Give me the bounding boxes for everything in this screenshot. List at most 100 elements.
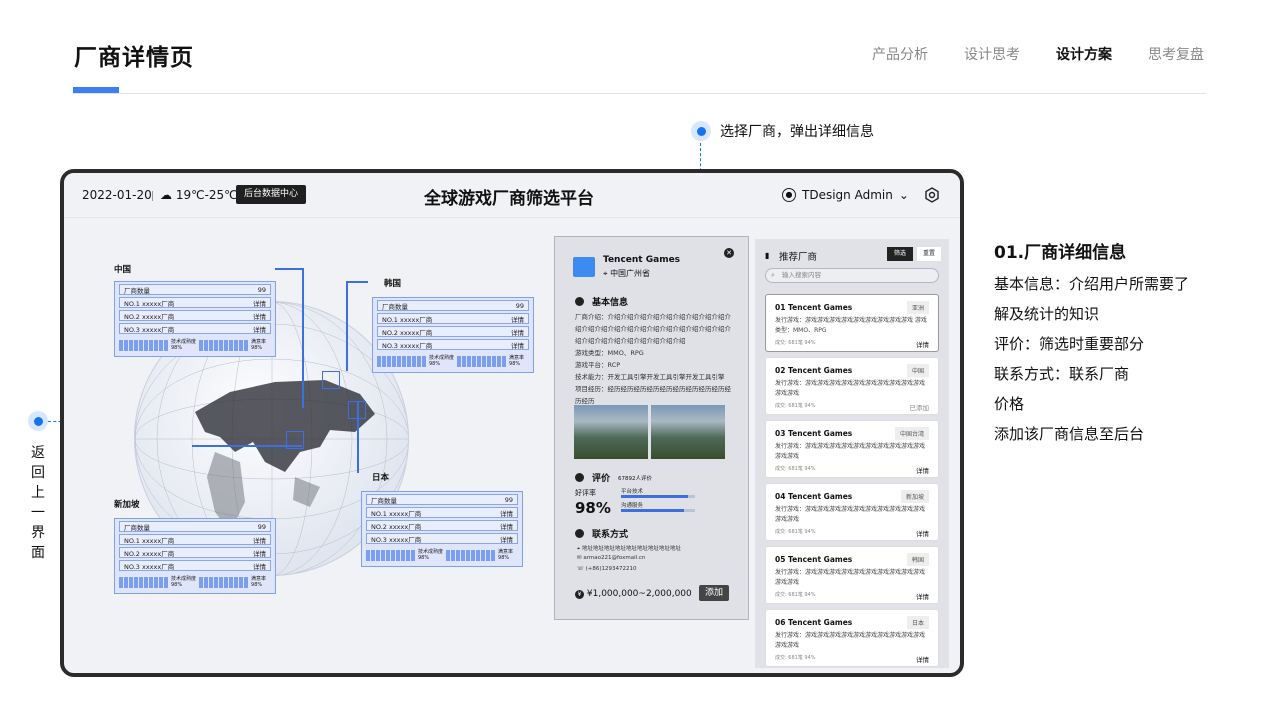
- card-desc: 发行游戏：游戏游戏游戏游戏游戏游戏游戏游戏游戏游戏游戏游戏: [775, 569, 926, 586]
- location-marker[interactable]: [322, 371, 340, 389]
- section-title: 联系方式: [592, 530, 629, 540]
- detail-link[interactable]: 详情: [511, 340, 524, 350]
- pie-icon: [575, 297, 584, 306]
- phone-text: (+86)1293472210: [585, 566, 637, 572]
- card-desc: 发行游戏：游戏游戏游戏游戏游戏游戏游戏游戏游戏游戏游戏游戏: [775, 380, 926, 397]
- add-button[interactable]: 添加: [699, 585, 729, 601]
- tech-ability: 技术能力：开发工具引擎开发工具引擎开发工具引擎: [575, 373, 725, 381]
- detail-link[interactable]: 详情: [916, 654, 929, 664]
- nav-design-plan[interactable]: 设计方案: [1056, 44, 1112, 64]
- search-icon: ⌕: [771, 271, 775, 279]
- chevron-down-icon: ⌄: [898, 188, 909, 202]
- vendor-card[interactable]: 02 Tencent Games 中国 发行游戏：游戏游戏游戏游戏游戏游戏游戏游…: [765, 357, 939, 415]
- card-name: 04 Tencent Games: [775, 492, 853, 501]
- pin-icon: ⌖: [577, 546, 581, 552]
- weather: ☁ 19℃-25℃: [160, 188, 238, 202]
- card-header: 厂商数量: [124, 286, 150, 295]
- game-platform: 游戏平台：RCP: [575, 361, 621, 369]
- connector-line: [346, 281, 348, 371]
- vendor-name: NO.1 xxxxx厂商: [371, 509, 422, 518]
- user-menu[interactable]: ● TDesign Admin ⌄: [782, 188, 909, 202]
- metric-value: 98%: [429, 361, 441, 367]
- vendor-name: Tencent Games: [603, 255, 681, 265]
- card-meta: 成交: 681笔 94%: [775, 529, 816, 535]
- detail-link[interactable]: 详情: [253, 324, 266, 334]
- card-count: 99: [257, 285, 266, 294]
- backend-center-button[interactable]: 后台数据中心: [236, 185, 307, 204]
- detail-link[interactable]: 详情: [511, 327, 524, 337]
- detail-link[interactable]: 详情: [916, 528, 929, 538]
- location-marker[interactable]: [348, 401, 366, 419]
- header-divider: [73, 93, 1206, 94]
- pie-icon: [575, 529, 584, 538]
- vendor-location: ⌖ 中国广州省: [603, 268, 650, 279]
- price-row: ¥ ¥1,000,000~2,000,000: [575, 589, 692, 599]
- region-card-korea[interactable]: 厂商数量 99 NO.1 xxxxx厂商 详情 NO.2 xxxxx厂商 详情 NO.…: [372, 297, 534, 373]
- metric-value: 98%: [509, 361, 521, 367]
- mail-icon: ✉: [577, 555, 582, 561]
- nav-review[interactable]: 思考复盘: [1148, 44, 1204, 64]
- region-tag: 中国: [906, 364, 929, 377]
- detail-link[interactable]: 详情: [916, 339, 929, 349]
- search-input[interactable]: 输入搜索内容: [765, 268, 939, 283]
- location-marker[interactable]: [286, 431, 304, 449]
- metric-value: 98%: [251, 582, 263, 588]
- bar-meter: [457, 355, 507, 367]
- vendor-card[interactable]: 01 Tencent Games 亚洲 发行游戏：游戏游戏游戏游戏游戏游戏游戏游…: [765, 294, 939, 352]
- detail-link[interactable]: 详情: [253, 535, 266, 545]
- vendor-name: NO.2 xxxxx厂商: [124, 312, 175, 321]
- back-label: 返回上一界面: [31, 445, 45, 561]
- card-header: 厂商数量: [371, 496, 397, 505]
- section-rating: 评价 67892人评价: [575, 471, 652, 484]
- currency-icon: ¥: [575, 590, 584, 599]
- close-icon[interactable]: ✕: [724, 248, 734, 258]
- region-label-korea: 韩国: [384, 279, 402, 289]
- reset-button[interactable]: 重置: [917, 247, 941, 261]
- bar-meter: [366, 549, 415, 561]
- explain-line: 评价：筛选时重要部分: [994, 335, 1145, 353]
- vendor-name: NO.3 xxxxx厂商: [124, 325, 175, 334]
- explain-line: 解及统计的知识: [994, 305, 1100, 323]
- detail-link[interactable]: 详情: [500, 508, 513, 518]
- filter-button[interactable]: 筛选: [887, 247, 913, 261]
- detail-link[interactable]: 详情: [253, 561, 266, 571]
- price-text: ¥1,000,000~2,000,000: [586, 589, 692, 599]
- vendor-card[interactable]: 05 Tencent Games 韩国 发行游戏：游戏游戏游戏游戏游戏游戏游戏游…: [765, 546, 939, 604]
- card-count: 99: [504, 495, 513, 504]
- vendor-name: NO.1 xxxxx厂商: [382, 315, 433, 324]
- region-label-china: 中国: [114, 265, 132, 275]
- region-tag: 日本: [906, 616, 929, 629]
- page-title: 厂商详情页: [74, 45, 194, 71]
- region-label-singapore: 新加坡: [114, 500, 140, 510]
- divider: [152, 191, 153, 201]
- bar-meter: [199, 576, 249, 588]
- detail-link[interactable]: 详情: [253, 298, 266, 308]
- nav-design-thinking[interactable]: 设计思考: [964, 44, 1020, 64]
- detail-link[interactable]: 详情: [253, 548, 266, 558]
- metric-label: 沟通服务: [621, 503, 644, 509]
- vendor-card[interactable]: 03 Tencent Games 中国台湾 发行游戏：游戏游戏游戏游戏游戏游戏游…: [765, 420, 939, 478]
- vendor-name: NO.3 xxxxx厂商: [371, 535, 422, 544]
- game-screenshot[interactable]: [574, 405, 648, 459]
- detail-link[interactable]: 详情: [500, 534, 513, 544]
- region-tag: 中国台湾: [894, 427, 929, 440]
- detail-link[interactable]: 详情: [916, 465, 929, 475]
- settings-icon[interactable]: [924, 187, 940, 203]
- bar-meter: [119, 339, 168, 351]
- detail-link[interactable]: 详情: [916, 591, 929, 601]
- card-row: NO.1 xxxxx厂商 详情: [119, 297, 271, 308]
- weather-text: 19℃-25℃: [175, 188, 238, 202]
- detail-link[interactable]: 详情: [253, 311, 266, 321]
- detail-link[interactable]: 详情: [511, 314, 524, 324]
- nav-product-analysis[interactable]: 产品分析: [872, 44, 928, 64]
- game-screenshot[interactable]: [651, 405, 725, 459]
- vendor-intro: 厂商介绍：介绍介绍介绍介绍介绍介绍介绍介绍介绍介绍介绍介绍介绍介绍介绍介绍介绍介…: [575, 313, 731, 345]
- detail-link[interactable]: 详情: [500, 521, 513, 531]
- region-card-china[interactable]: 厂商数量 99 NO.1 xxxxx厂商 详情 NO.2 xxxxx厂商 详情 NO.…: [114, 281, 276, 357]
- card-row: NO.2 xxxxx厂商 详情: [377, 326, 529, 337]
- region-card-singapore[interactable]: 厂商数量 99 NO.1 xxxxx厂商 详情 NO.2 xxxxx厂商 详情 NO.…: [114, 518, 276, 594]
- annotation-select-vendor: 选择厂商，弹出详细信息: [720, 124, 874, 140]
- region-card-japan[interactable]: 厂商数量 99 NO.1 xxxxx厂商 详情 NO.2 xxxxx厂商 详情 NO.…: [361, 491, 523, 567]
- vendor-card[interactable]: 06 Tencent Games 日本 发行游戏：游戏游戏游戏游戏游戏游戏游戏游…: [765, 609, 939, 667]
- vendor-card[interactable]: 04 Tencent Games 新加坡 发行游戏：游戏游戏游戏游戏游戏游戏游戏…: [765, 483, 939, 541]
